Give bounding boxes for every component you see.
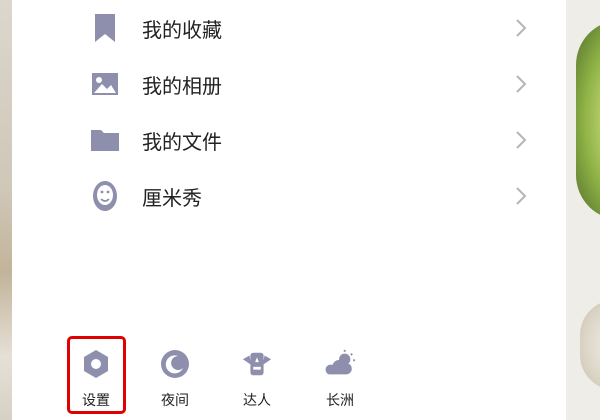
menu-item-label: 我的收藏 [142, 17, 222, 42]
expert-button[interactable]: 达人 [222, 340, 292, 412]
bookmark-icon [90, 13, 120, 43]
chevron-right-icon [516, 131, 527, 149]
menu-item-files[interactable]: 我的文件 [78, 112, 538, 168]
moon-icon [159, 348, 191, 380]
chevron-right-icon [516, 19, 527, 37]
menu-item-cmshow[interactable]: 厘米秀 [78, 168, 538, 224]
night-mode-button[interactable]: 夜间 [140, 340, 210, 412]
settings-highlight-box [67, 336, 126, 414]
expert-label: 达人 [243, 393, 271, 409]
weather-button[interactable]: 长洲 [305, 340, 375, 412]
expert-badge-icon [241, 348, 273, 380]
night-mode-label: 夜间 [161, 393, 189, 409]
folder-icon [90, 125, 120, 155]
menu-item-album[interactable]: 我的相册 [78, 56, 538, 112]
chevron-right-icon [516, 187, 527, 205]
background-photo-left [0, 0, 12, 420]
chevron-right-icon [516, 75, 527, 93]
menu-item-favorites[interactable]: 我的收藏 [78, 0, 538, 56]
menu-item-label: 我的文件 [142, 129, 222, 154]
weather-icon [324, 348, 356, 380]
fruit-image [580, 300, 600, 390]
background-photo-right [566, 0, 600, 420]
weather-location-label: 长洲 [326, 393, 354, 409]
photo-album-icon [90, 69, 120, 99]
menu-item-label: 厘米秀 [142, 185, 202, 210]
kiwi-image [576, 20, 600, 220]
cmshow-avatar-icon [90, 181, 120, 211]
menu-item-label: 我的相册 [142, 73, 222, 98]
